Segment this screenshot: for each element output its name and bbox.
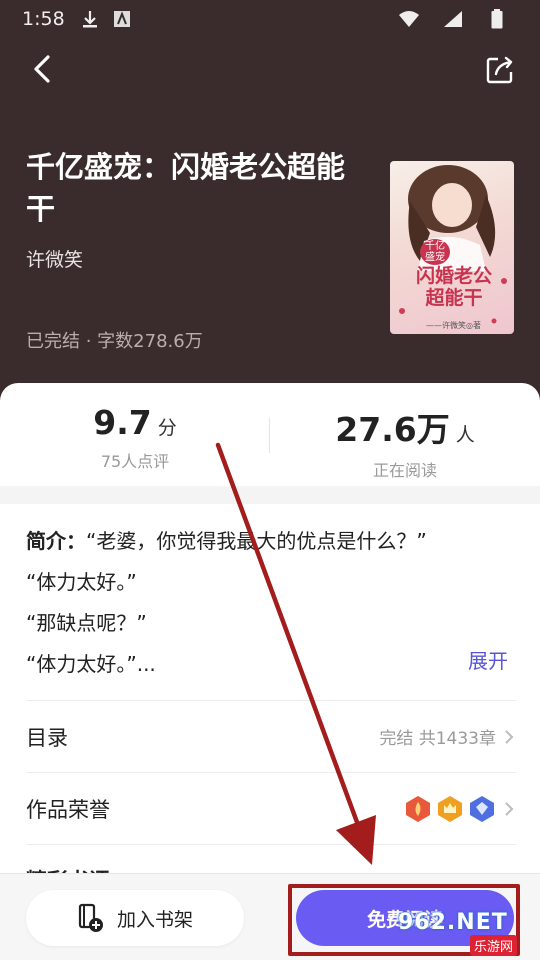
watermark-logo: 962.NET xyxy=(398,910,508,935)
cover-author: ——许微笑◎著 xyxy=(426,321,481,330)
back-button[interactable] xyxy=(26,52,60,86)
add-to-shelf-button[interactable]: 加入书架 xyxy=(26,890,244,946)
book-cover: 千亿 盛宠 闪婚老公 超能干 ——许微笑◎著 xyxy=(390,161,514,334)
add-to-shelf-label: 加入书架 xyxy=(116,908,193,931)
crown-badge-icon xyxy=(438,795,462,822)
readers-value: 27.6万 xyxy=(335,410,450,449)
signal-icon xyxy=(442,8,464,30)
score-value: 9.7 xyxy=(93,403,152,442)
synopsis-line: “老婆，你觉得我最大的优点是什么？” xyxy=(86,529,427,553)
back-arrow-icon xyxy=(34,55,50,83)
honors-row[interactable]: 作品荣誉 xyxy=(26,772,516,844)
download-icon xyxy=(79,8,101,30)
synopsis-line: “体力太好。” xyxy=(26,570,137,594)
fire-badge-icon xyxy=(406,795,430,822)
book-author[interactable]: 许微笑 xyxy=(26,245,83,272)
readers-unit: 人 xyxy=(455,424,475,446)
app-notification-icon xyxy=(111,8,133,30)
synopsis-label: 简介： xyxy=(26,529,86,553)
catalog-label: 目录 xyxy=(26,725,68,750)
watermark-sub: 乐游网 xyxy=(470,935,518,956)
share-button[interactable] xyxy=(484,54,516,86)
status-time: 1:58 xyxy=(22,8,65,30)
book-header: 1:58 千亿盛宠：闪婚老公超能干 许微笑 已完结 · 字数278.6万 千亿 … xyxy=(0,0,540,400)
synopsis-line: “那缺点呢？” xyxy=(26,611,147,635)
score-review-count: 75人点评 xyxy=(100,452,170,471)
cover-title: 闪婚老公 超能干 xyxy=(415,265,492,309)
book-title: 千亿盛宠：闪婚老公超能干 xyxy=(26,150,346,226)
stats-row: 9.7 分 75人点评 27.6万人 正在阅读 xyxy=(0,383,540,483)
share-icon xyxy=(486,56,513,84)
expand-synopsis-button[interactable]: 展开 xyxy=(468,645,508,674)
diamond-badge-icon xyxy=(470,795,494,822)
chevron-right-icon xyxy=(505,801,514,816)
catalog-row[interactable]: 目录 完结 共1433章 xyxy=(26,700,516,772)
book-synopsis[interactable]: 简介：“老婆，你觉得我最大的优点是什么？” “体力太好。” “那缺点呢？” “体… xyxy=(26,521,516,685)
section-divider xyxy=(0,486,540,504)
score-stat[interactable]: 9.7 分 75人点评 xyxy=(0,383,270,483)
status-bar: 1:58 xyxy=(0,0,540,38)
stats-divider xyxy=(269,418,270,453)
battery-icon xyxy=(486,8,508,30)
readers-sub: 正在阅读 xyxy=(372,461,437,480)
book-meta: 已完结 · 字数278.6万 xyxy=(26,331,203,352)
synopsis-line: “体力太好。”... xyxy=(26,652,156,676)
wifi-icon xyxy=(398,8,420,30)
chevron-right-icon xyxy=(505,729,514,744)
cover-seal: 千亿 盛宠 xyxy=(420,239,450,265)
honors-label: 作品荣誉 xyxy=(26,797,110,822)
readers-stat: 27.6万人 正在阅读 xyxy=(270,383,540,483)
bookshelf-add-icon xyxy=(78,903,103,932)
catalog-chapter-count: 完结 共1433章 xyxy=(379,729,496,749)
score-unit: 分 xyxy=(157,417,177,439)
